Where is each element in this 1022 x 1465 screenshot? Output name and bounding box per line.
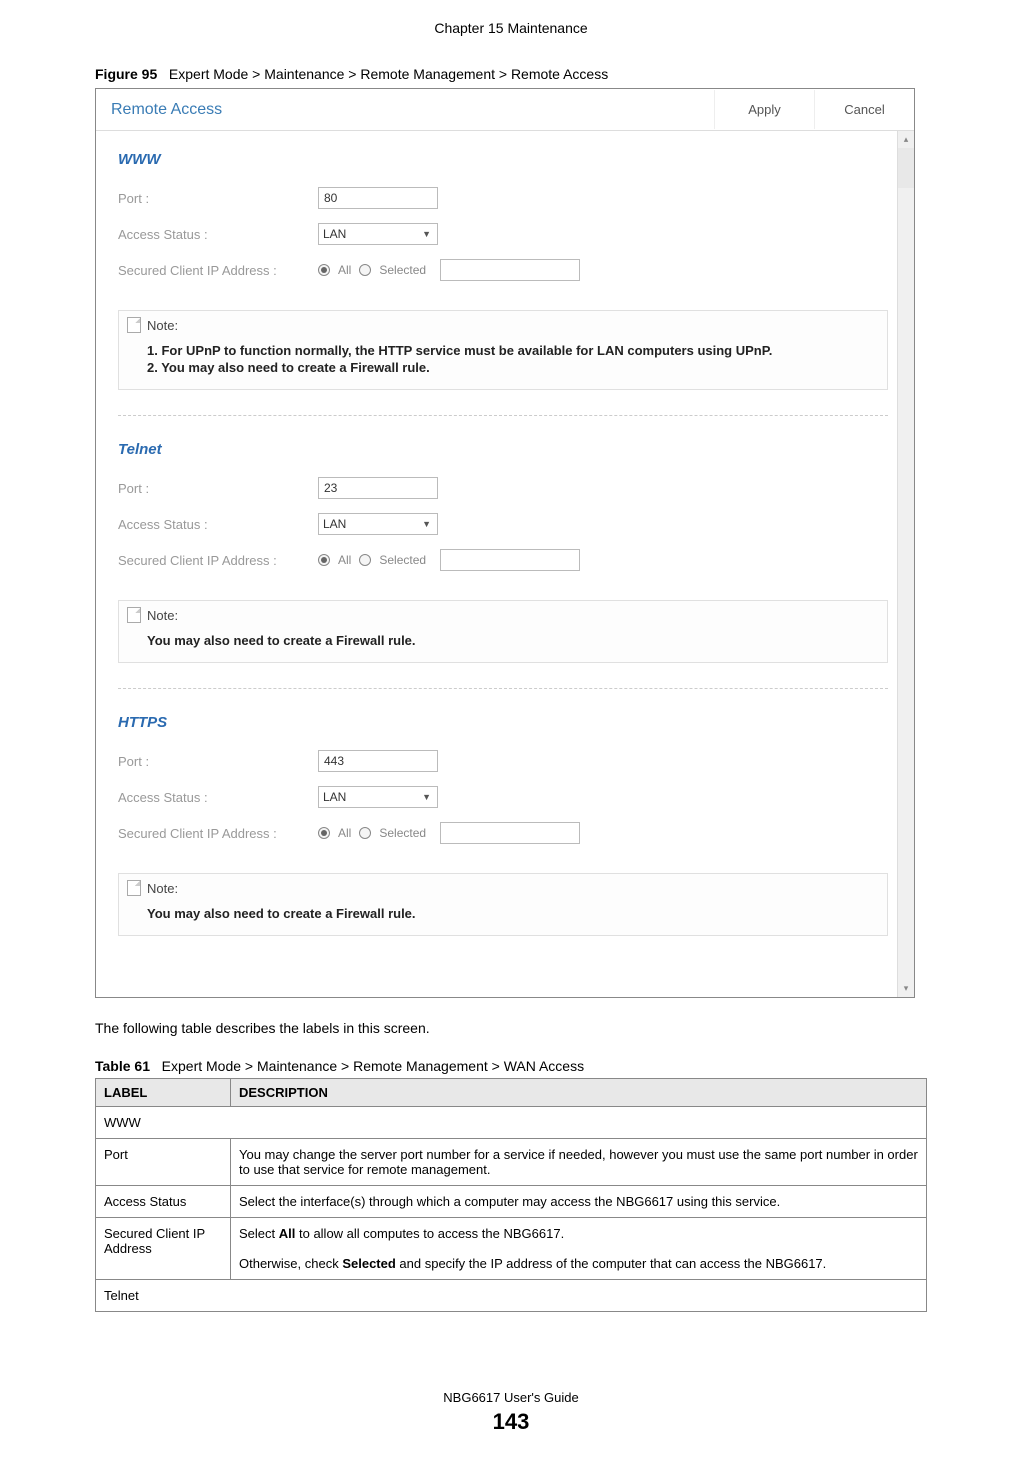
row-port-desc: You may change the server port number fo… [231, 1139, 927, 1186]
telnet-note-header: Note: [119, 601, 887, 629]
note-icon [127, 607, 141, 623]
screenshot-container: Remote Access Apply Cancel WWW Port : Ac… [95, 88, 915, 998]
row-telnet: Telnet [96, 1280, 927, 1312]
https-radio-all[interactable] [318, 827, 330, 839]
table-label: Table 61 [95, 1058, 150, 1074]
telnet-ip-input[interactable] [440, 549, 580, 571]
www-port-row: Port : [118, 180, 888, 216]
figure-caption: Figure 95 Expert Mode > Maintenance > Re… [95, 66, 927, 82]
www-secured-label: Secured Client IP Address : [118, 263, 318, 278]
www-note-header: Note: [119, 311, 887, 339]
footer-guide: NBG6617 User's Guide [0, 1390, 1022, 1405]
telnet-radio-selected[interactable] [359, 554, 371, 566]
panel-title: Remote Access [96, 101, 714, 119]
telnet-port-label: Port : [118, 481, 318, 496]
telnet-radio-all[interactable] [318, 554, 330, 566]
row-www: WWW [96, 1107, 927, 1139]
https-radio-all-label: All [338, 826, 351, 840]
scroll-up-icon[interactable]: ▴ [898, 131, 914, 148]
telnet-secured-label: Secured Client IP Address : [118, 553, 318, 568]
https-port-row: Port : [118, 743, 888, 779]
www-port-input[interactable] [318, 187, 438, 209]
telnet-note-box: Note: You may also need to create a Fire… [118, 600, 888, 663]
https-port-label: Port : [118, 754, 318, 769]
https-radio-selected-label: Selected [379, 826, 426, 840]
scroll-thumb[interactable] [898, 148, 914, 188]
https-port-input[interactable] [318, 750, 438, 772]
telnet-radio-selected-label: Selected [379, 553, 426, 567]
cancel-button[interactable]: Cancel [814, 90, 914, 129]
scroll-down-icon[interactable]: ▾ [898, 980, 914, 997]
https-access-select[interactable]: LAN [318, 786, 438, 808]
telnet-note-label: Note: [147, 608, 178, 623]
th-description: DESCRIPTION [231, 1079, 927, 1107]
www-port-label: Port : [118, 191, 318, 206]
https-access-row: Access Status : LAN [118, 779, 888, 815]
telnet-radio-all-label: All [338, 553, 351, 567]
www-radio-all[interactable] [318, 264, 330, 276]
row-access-label: Access Status [96, 1186, 231, 1218]
https-secured-label: Secured Client IP Address : [118, 826, 318, 841]
telnet-access-row: Access Status : LAN [118, 506, 888, 542]
https-note-1: You may also need to create a Firewall r… [147, 906, 867, 921]
www-note-1: 1. For UPnP to function normally, the HT… [147, 343, 867, 358]
figure-path: Expert Mode > Maintenance > Remote Manag… [169, 66, 608, 82]
footer-page-number: 143 [0, 1409, 1022, 1435]
telnet-port-input[interactable] [318, 477, 438, 499]
www-radio-selected[interactable] [359, 264, 371, 276]
separator [118, 688, 888, 689]
separator [118, 415, 888, 416]
https-note-box: Note: You may also need to create a Fire… [118, 873, 888, 936]
www-radio-all-label: All [338, 263, 351, 277]
https-radio-selected[interactable] [359, 827, 371, 839]
row-secured-desc: Select All to allow all computes to acce… [231, 1218, 927, 1280]
row-secured-label: Secured Client IP Address [96, 1218, 231, 1280]
section-telnet-title: Telnet [118, 421, 888, 470]
telnet-secured-row: Secured Client IP Address : All Selected [118, 542, 888, 578]
www-radio-selected-label: Selected [379, 263, 426, 277]
https-note-label: Note: [147, 881, 178, 896]
note-icon [127, 880, 141, 896]
https-access-label: Access Status : [118, 790, 318, 805]
www-note-label: Note: [147, 318, 178, 333]
row-port-label: Port [96, 1139, 231, 1186]
panel-body: WWW Port : Access Status : LAN Secured C… [96, 131, 896, 997]
section-www-title: WWW [118, 131, 888, 180]
www-note-2: 2. You may also need to create a Firewal… [147, 360, 867, 375]
www-note-box: Note: 1. For UPnP to function normally, … [118, 310, 888, 390]
telnet-access-select[interactable]: LAN [318, 513, 438, 535]
table-path: Expert Mode > Maintenance > Remote Manag… [162, 1058, 584, 1074]
https-note-header: Note: [119, 874, 887, 902]
telnet-access-label: Access Status : [118, 517, 318, 532]
www-access-select[interactable]: LAN [318, 223, 438, 245]
telnet-port-row: Port : [118, 470, 888, 506]
www-access-row: Access Status : LAN [118, 216, 888, 252]
scrollbar[interactable]: ▴ ▾ [897, 131, 914, 997]
panel-header: Remote Access Apply Cancel [96, 89, 914, 131]
www-secured-row: Secured Client IP Address : All Selected [118, 252, 888, 288]
table-caption: Table 61 Expert Mode > Maintenance > Rem… [95, 1058, 927, 1074]
chapter-header: Chapter 15 Maintenance [0, 0, 1022, 66]
post-figure-text: The following table describes the labels… [95, 1020, 927, 1036]
telnet-note-1: You may also need to create a Firewall r… [147, 633, 867, 648]
page-footer: NBG6617 User's Guide 143 [0, 1390, 1022, 1435]
https-secured-row: Secured Client IP Address : All Selected [118, 815, 888, 851]
row-access-desc: Select the interface(s) through which a … [231, 1186, 927, 1218]
https-ip-input[interactable] [440, 822, 580, 844]
description-table: LABEL DESCRIPTION WWW Port You may chang… [95, 1078, 927, 1312]
www-ip-input[interactable] [440, 259, 580, 281]
www-access-label: Access Status : [118, 227, 318, 242]
section-https-title: HTTPS [118, 694, 888, 743]
apply-button[interactable]: Apply [714, 90, 814, 129]
th-label: LABEL [96, 1079, 231, 1107]
figure-label: Figure 95 [95, 66, 157, 82]
note-icon [127, 317, 141, 333]
